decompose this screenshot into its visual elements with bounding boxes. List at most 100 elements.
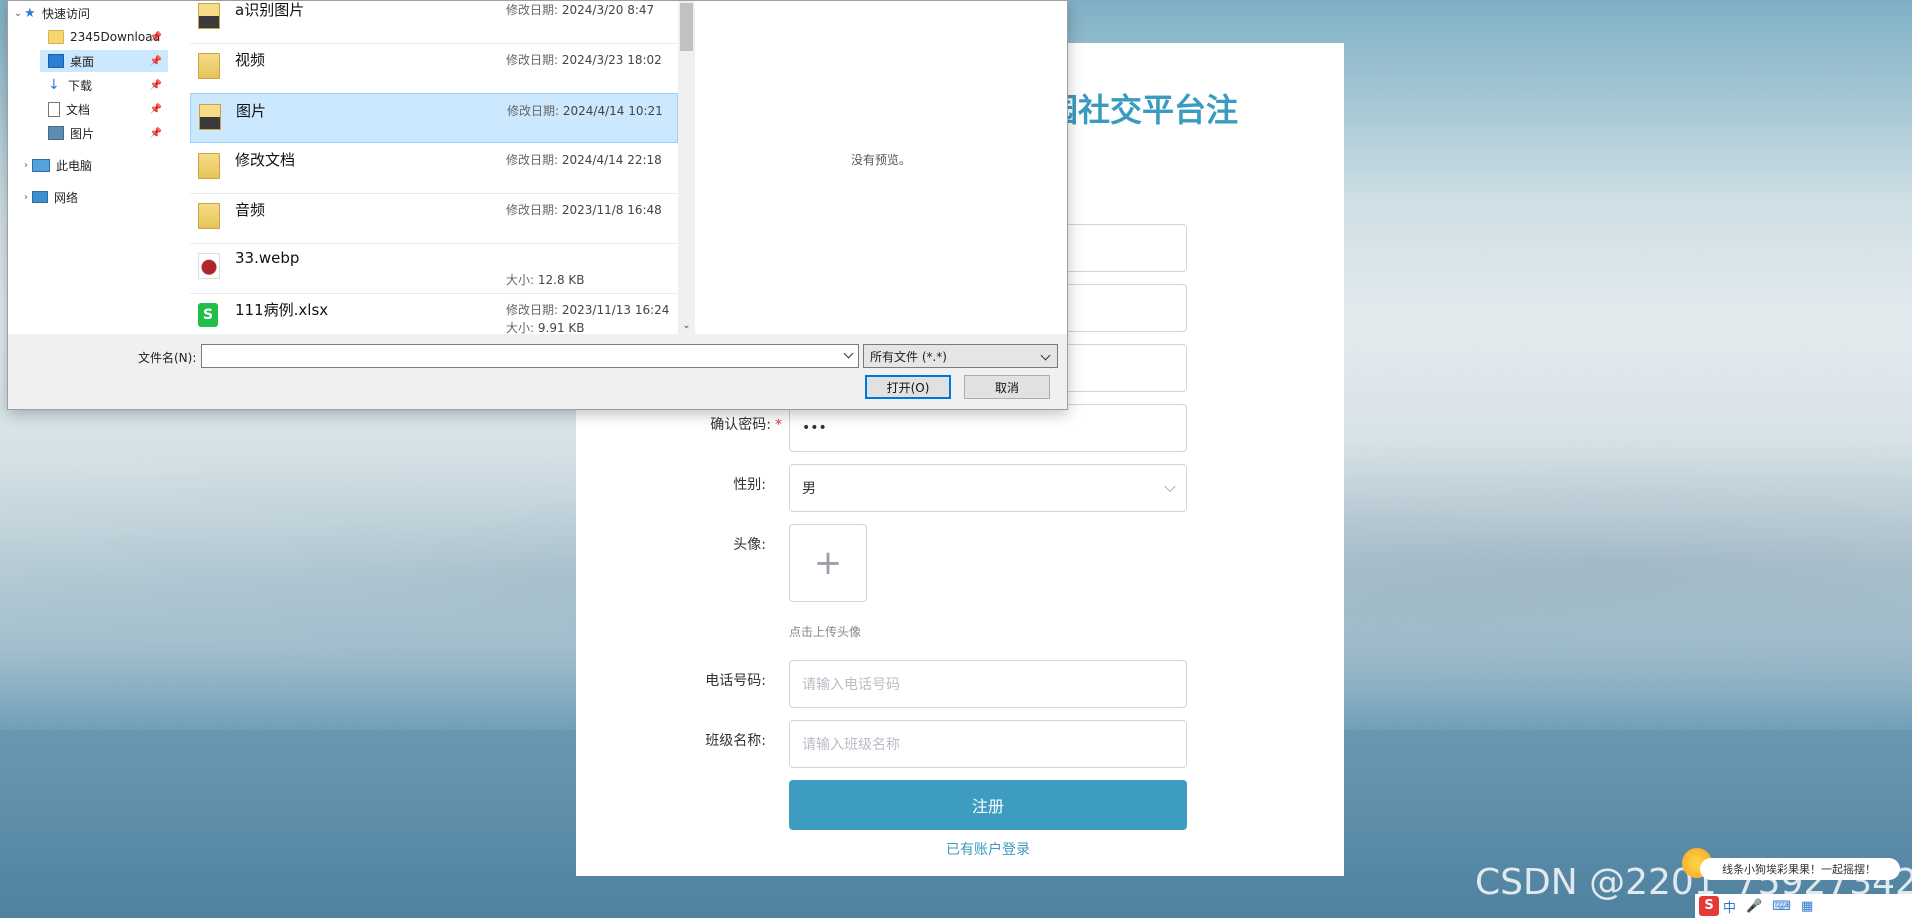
vertical-scrollbar[interactable]: ⌄ xyxy=(678,1,695,334)
list-item[interactable]: 音频 修改日期: 2023/11/8 16:48 xyxy=(190,193,678,244)
register-button[interactable]: 注册 xyxy=(789,780,1187,830)
phone-label: 电话号码: xyxy=(705,673,766,689)
file-meta: 修改日期: 2024/3/23 18:02 xyxy=(506,53,662,67)
gender-label: 性别: xyxy=(733,477,766,493)
list-item[interactable]: a识别图片 修改日期: 2024/3/20 8:47 xyxy=(190,1,678,44)
chevron-down-icon xyxy=(1164,480,1176,493)
dialog-body: ⌄ ★ 快速访问 2345Download 📌 桌面 📌 ↓ 下载 📌 文档 📌… xyxy=(8,1,1067,334)
folder-icon xyxy=(198,3,220,29)
chevron-down-icon xyxy=(1040,350,1051,361)
tray-notification[interactable]: 线条小狗埃彩果果！一起摇摆！ xyxy=(1700,858,1900,880)
nav-this-pc-label: 此电脑 xyxy=(56,158,93,173)
microphone-icon[interactable]: 🎤 xyxy=(1746,899,1762,914)
phone-input[interactable]: 请输入电话号码 xyxy=(789,660,1187,708)
confirm-password-label: 确认密码: * xyxy=(710,417,782,433)
filename-label: 文件名(N): xyxy=(138,351,197,365)
avatar-upload[interactable]: + xyxy=(789,524,867,602)
pin-icon: 📌 xyxy=(149,127,162,139)
file-meta: 修改日期: 2023/11/13 16:24 xyxy=(506,303,670,317)
file-name: 33.webp xyxy=(235,249,300,267)
chevron-right-icon: › xyxy=(24,191,28,203)
file-meta: 修改日期: 2023/11/8 16:48 xyxy=(506,203,662,217)
page-title: 园社交平台注 xyxy=(1046,91,1239,129)
scrollbar-thumb[interactable] xyxy=(680,3,693,51)
file-list: a识别图片 修改日期: 2024/3/20 8:47 视频 修改日期: 2024… xyxy=(181,1,678,334)
class-placeholder: 请输入班级名称 xyxy=(802,737,900,753)
folder-icon xyxy=(199,104,221,130)
nav-quick-access-label: 快速访问 xyxy=(42,6,91,21)
download-icon: ↓ xyxy=(48,77,60,93)
chevron-down-icon[interactable]: ⌄ xyxy=(678,317,695,334)
file-name: a识别图片 xyxy=(235,1,305,19)
list-item[interactable]: 视频 修改日期: 2024/3/23 18:02 xyxy=(190,43,678,94)
phone-placeholder: 请输入电话号码 xyxy=(802,677,900,693)
pin-icon: 📌 xyxy=(149,103,162,115)
nav-this-pc[interactable]: › 此电脑 xyxy=(20,154,168,176)
confirm-password-value: ••• xyxy=(802,420,827,436)
file-name: 视频 xyxy=(235,51,266,69)
folder-icon xyxy=(198,203,220,229)
nav-item-label: 图片 xyxy=(70,126,95,141)
pin-icon: 📌 xyxy=(149,79,162,91)
nav-item-label: 文档 xyxy=(66,102,91,117)
desktop-icon xyxy=(48,54,64,68)
filename-input[interactable] xyxy=(201,344,859,368)
avatar-label: 头像: xyxy=(733,537,766,553)
folder-icon xyxy=(48,30,64,44)
file-meta: 修改日期: 2024/4/14 22:18 xyxy=(506,153,662,167)
picture-icon xyxy=(48,126,64,140)
spreadsheet-icon: S xyxy=(198,303,218,327)
preview-text: 没有预览。 xyxy=(850,153,911,167)
nav-item-downloads[interactable]: ↓ 下载 📌 xyxy=(48,74,168,96)
list-item[interactable]: 33.webp 大小: 12.8 KB xyxy=(190,243,678,294)
nav-item-documents[interactable]: 文档 📌 xyxy=(48,98,168,120)
file-name: 音频 xyxy=(235,201,266,219)
nav-network-label: 网络 xyxy=(54,190,79,205)
chevron-down-icon: ⌄ xyxy=(13,7,23,19)
cancel-button[interactable]: 取消 xyxy=(964,375,1050,399)
file-name: 111病例.xlsx xyxy=(235,301,329,319)
gender-value: 男 xyxy=(802,481,816,497)
gender-select[interactable]: 男 xyxy=(789,464,1187,512)
filetype-select[interactable]: 所有文件 (*.*) xyxy=(863,344,1058,368)
nav-quick-access[interactable]: ⌄ ★ 快速访问 xyxy=(12,2,168,24)
required-mark: * xyxy=(775,417,782,433)
list-item-selected[interactable]: 图片 修改日期: 2024/4/14 10:21 xyxy=(190,93,678,143)
nav-network[interactable]: › 网络 xyxy=(20,186,168,208)
sogou-icon[interactable]: S xyxy=(1699,896,1719,916)
open-button[interactable]: 打开(O) xyxy=(865,375,951,399)
computer-icon xyxy=(32,158,50,172)
toolbox-icon[interactable]: ▦ xyxy=(1801,899,1813,914)
network-icon xyxy=(32,191,48,203)
pin-icon: 📌 xyxy=(149,55,162,67)
nav-item-desktop[interactable]: 桌面 📌 xyxy=(40,50,168,72)
file-meta: 大小: 9.91 KB xyxy=(506,321,585,334)
nav-item-label: 2345Download xyxy=(70,30,161,44)
ime-mode-label[interactable]: 中 xyxy=(1723,897,1736,916)
file-meta: 修改日期: 2024/3/20 8:47 xyxy=(506,3,655,17)
keyboard-icon[interactable]: ⌨ xyxy=(1772,899,1791,914)
nav-item-pictures[interactable]: 图片 📌 xyxy=(48,122,168,144)
class-label: 班级名称: xyxy=(705,733,766,749)
login-link[interactable]: 已有账户登录 xyxy=(789,839,1187,859)
file-meta: 大小: 12.8 KB xyxy=(506,273,585,287)
folder-icon xyxy=(198,153,220,179)
filetype-value: 所有文件 (*.*) xyxy=(870,349,947,364)
plus-icon: + xyxy=(813,543,843,583)
file-meta: 修改日期: 2024/4/14 10:21 xyxy=(507,104,663,118)
confirm-password-input[interactable]: ••• xyxy=(789,404,1187,452)
nav-item-label: 桌面 xyxy=(70,54,95,69)
file-name: 图片 xyxy=(236,102,267,120)
document-icon xyxy=(48,101,60,117)
avatar-hint: 点击上传头像 xyxy=(789,625,862,639)
file-name: 修改文档 xyxy=(235,151,296,169)
chevron-down-icon[interactable] xyxy=(843,348,854,359)
nav-item-2345download[interactable]: 2345Download 📌 xyxy=(48,26,168,48)
pin-icon: 📌 xyxy=(149,31,162,43)
navigation-pane: ⌄ ★ 快速访问 2345Download 📌 桌面 📌 ↓ 下载 📌 文档 📌… xyxy=(8,1,168,334)
list-item[interactable]: S 111病例.xlsx 修改日期: 2023/11/13 16:24 大小: … xyxy=(190,293,678,334)
star-icon: ★ xyxy=(24,5,36,21)
class-input[interactable]: 请输入班级名称 xyxy=(789,720,1187,768)
folder-icon xyxy=(198,53,220,79)
list-item[interactable]: 修改文档 修改日期: 2024/4/14 22:18 xyxy=(190,143,678,194)
